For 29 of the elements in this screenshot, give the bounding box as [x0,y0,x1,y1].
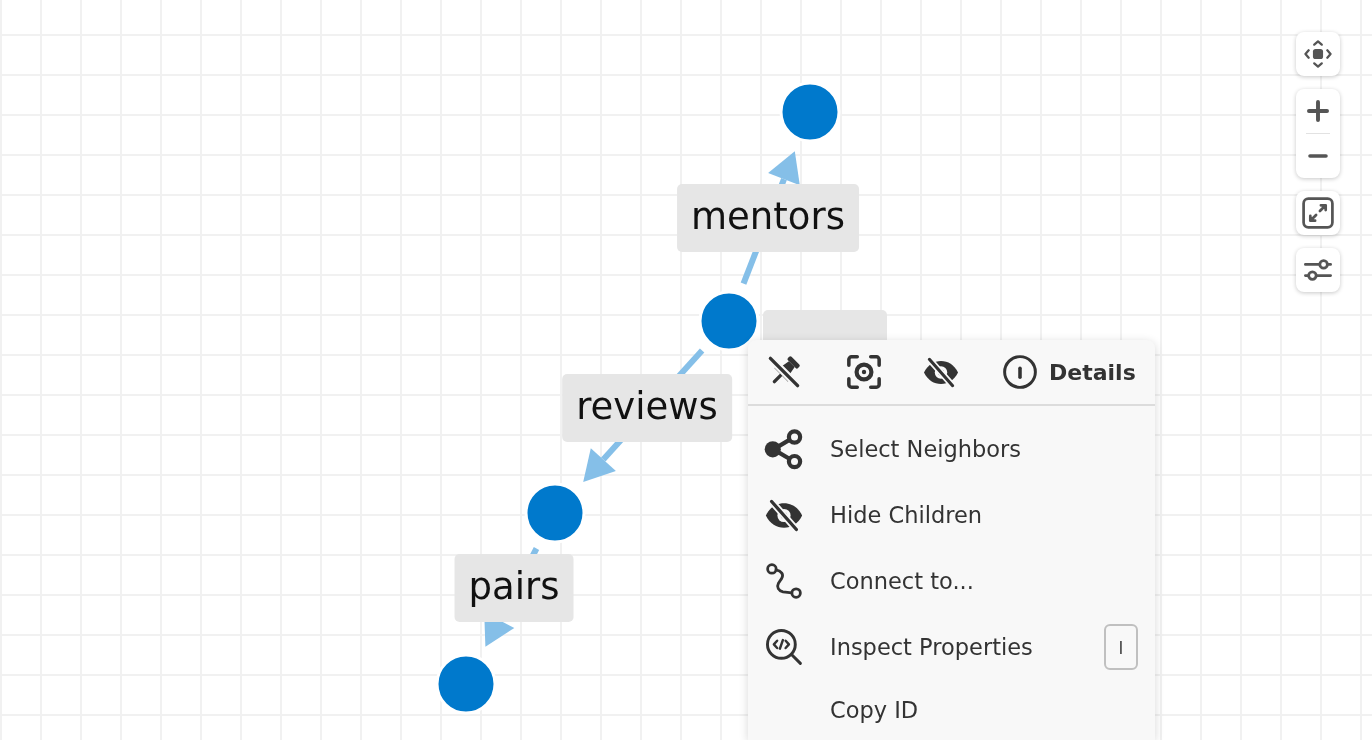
edge-label: reviews [562,374,732,442]
code-search-icon [766,629,802,665]
menu-item[interactable]: Hide Children [748,482,1155,548]
graph-node [435,653,497,715]
details-button[interactable]: Details [995,348,1144,396]
settings-button[interactable] [1296,248,1340,292]
graph-node [524,482,586,544]
share-icon [764,428,804,470]
move-icon [1304,40,1332,68]
plus-icon [1307,100,1329,122]
shortcut-key: I [1104,624,1138,670]
focus-icon [847,355,881,389]
minus-icon [1307,154,1329,158]
eye-slash-icon [765,498,803,532]
edge-label: pairs [454,554,574,622]
menu-item[interactable]: Select Neighbors [748,416,1155,482]
fit-view-button[interactable] [1296,191,1340,235]
edge-label: mentors [677,184,859,252]
eye-slash-icon [923,356,959,388]
recenter-button[interactable] [1296,32,1340,76]
graph-node [779,81,841,143]
expand-icon [1302,197,1334,229]
sliders-icon [1304,258,1332,282]
menu-item[interactable]: Connect to... [748,548,1155,614]
route-icon [766,563,802,599]
pin-slash-icon [767,355,801,389]
info-icon [1003,355,1037,389]
menu-item[interactable]: Inspect Properties I [748,614,1155,680]
menu-item[interactable]: Copy ID [748,680,1155,740]
